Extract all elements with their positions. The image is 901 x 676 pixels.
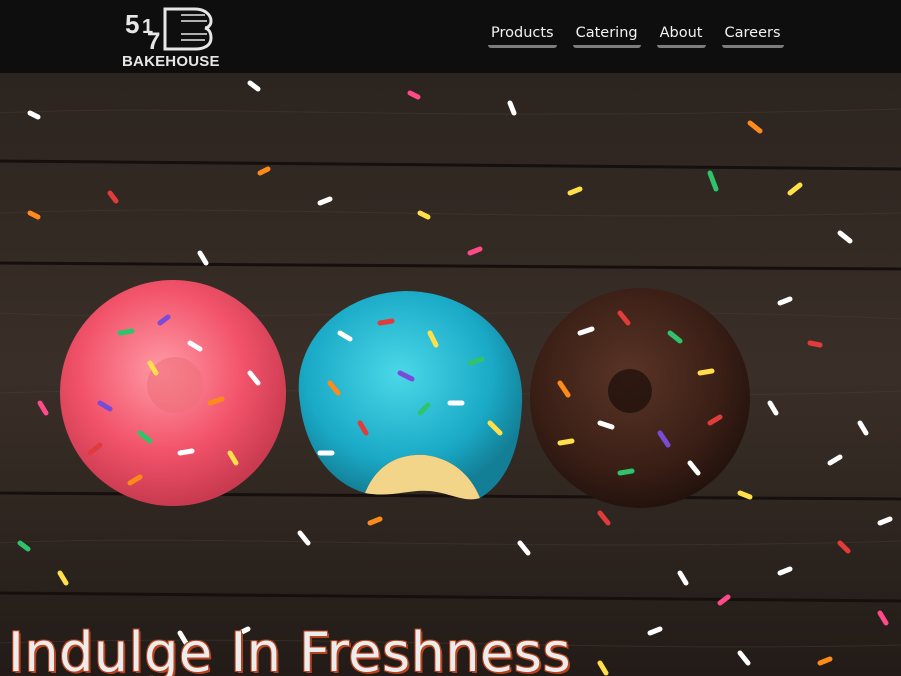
nav-products[interactable]: Products: [488, 24, 557, 48]
hero-donuts-image: [0, 73, 901, 676]
svg-text:7: 7: [147, 28, 160, 51]
site-header: 5 1 7 BAKEHOUSE Products Catering About …: [0, 0, 901, 73]
hero-banner: Indulge In Freshness: [0, 73, 901, 676]
logo-wordmark: BAKEHOUSE: [122, 53, 220, 70]
hero-headline: Indulge In Freshness: [8, 621, 572, 676]
brand-logo[interactable]: 5 1 7 BAKEHOUSE: [122, 5, 220, 71]
nav-about[interactable]: About: [656, 24, 706, 48]
nav-careers[interactable]: Careers: [721, 24, 784, 48]
nav-catering[interactable]: Catering: [572, 24, 641, 48]
svg-text:5: 5: [125, 9, 139, 39]
main-nav: Products Catering About Careers: [488, 24, 784, 48]
logo-mark-icon: 5 1 7: [125, 7, 213, 51]
